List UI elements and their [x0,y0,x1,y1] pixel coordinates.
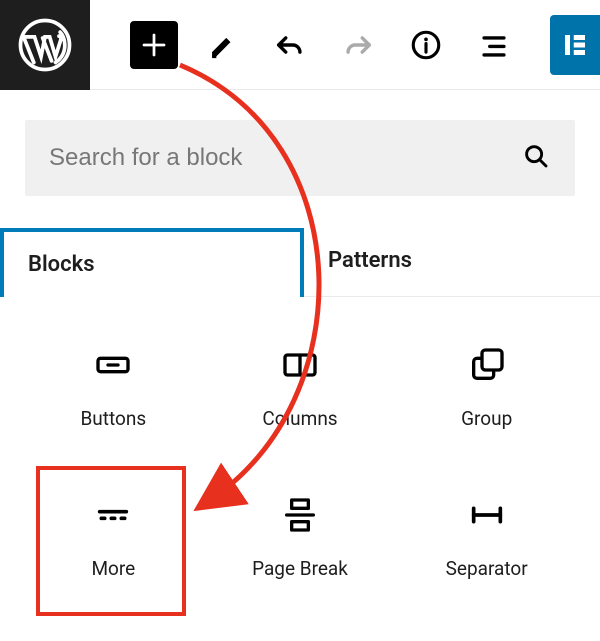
toolbar-buttons [90,21,518,69]
undo-icon [273,28,307,62]
search-input[interactable] [49,144,521,172]
block-page-break[interactable]: Page Break [212,467,389,607]
block-columns[interactable]: Columns [212,317,389,457]
block-more[interactable]: More [25,467,202,607]
info-icon [409,28,443,62]
block-label: Buttons [80,407,146,430]
block-label: Separator [446,557,528,580]
plus-icon [139,30,169,60]
list-view-button[interactable] [470,21,518,69]
inserter-tabs: Blocks Patterns [0,228,600,297]
redo-button[interactable] [334,21,382,69]
tab-patterns[interactable]: Patterns [304,228,600,296]
block-separator[interactable]: Separator [398,467,575,607]
info-button[interactable] [402,21,450,69]
group-icon [467,345,507,385]
columns-icon [280,345,320,385]
block-label: More [91,557,135,580]
elementor-icon [560,30,590,60]
separator-icon [467,495,507,535]
elementor-button[interactable] [550,15,600,75]
page-break-icon [280,495,320,535]
blocks-grid: Buttons Columns Group More Page Break Se… [25,297,575,607]
wordpress-icon [17,17,73,73]
block-search[interactable] [25,120,575,196]
undo-button[interactable] [266,21,314,69]
block-group[interactable]: Group [398,317,575,457]
buttons-icon [93,345,133,385]
tab-blocks[interactable]: Blocks [0,228,304,297]
edit-tool-button[interactable] [198,21,246,69]
search-icon [521,141,551,175]
block-label: Columns [262,407,337,430]
list-view-icon [477,28,511,62]
more-icon [93,495,133,535]
wordpress-logo[interactable] [0,0,90,90]
block-inserter-panel: Blocks Patterns Buttons Columns Group Mo… [0,90,600,607]
editor-toolbar [0,0,600,90]
block-label: Group [461,407,512,430]
block-label: Page Break [252,557,348,580]
add-block-button[interactable] [130,21,178,69]
block-buttons[interactable]: Buttons [25,317,202,457]
redo-icon [341,28,375,62]
pencil-icon [205,28,239,62]
